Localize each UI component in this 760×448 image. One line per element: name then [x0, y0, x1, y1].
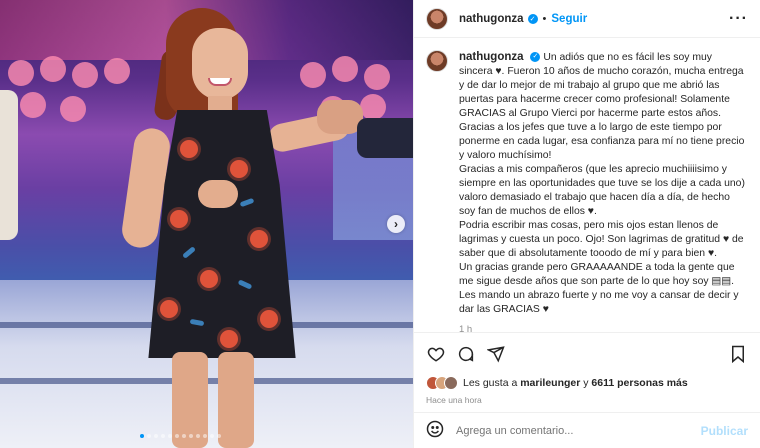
follow-button[interactable]: Seguir	[551, 13, 587, 25]
comment-input[interactable]	[456, 424, 701, 437]
carousel-dot	[168, 434, 172, 438]
caption-area: nathugonza ✓ Un adiós que no es fácil le…	[414, 38, 760, 332]
carousel-indicator	[140, 434, 221, 438]
woman-figure	[119, 0, 353, 448]
comment-bar: Publicar	[414, 412, 760, 448]
verified-badge-icon: ✓	[530, 52, 541, 63]
likes-count[interactable]: 6611 personas más	[591, 377, 687, 389]
carousel-dot	[203, 434, 207, 438]
caption-paragraph-1: nathugonza ✓ Un adiós que no es fácil le…	[459, 50, 748, 121]
caption-paragraph-2: Gracias a los jefes que tuve a lo largo …	[459, 122, 745, 161]
heart-icon[interactable]	[426, 344, 446, 364]
action-bar	[414, 332, 760, 374]
post-photo[interactable]: ›	[0, 0, 413, 448]
carousel-dot	[217, 434, 221, 438]
likes-prefix: Les gusta a	[463, 377, 518, 389]
partner-arm	[357, 118, 413, 158]
post-side-panel: nathugonza ✓ • Seguir ··· nathugonza ✓ U…	[413, 0, 760, 448]
caption-avatar[interactable]	[426, 50, 448, 72]
caption-paragraph-4: Podria escribir mas cosas, pero mis ojos…	[459, 220, 744, 259]
emoji-icon[interactable]	[426, 420, 444, 441]
host-arm-left	[0, 90, 18, 240]
caption-paragraph-5: Un gracias grande pero GRAAAAANDE a toda…	[459, 262, 735, 287]
carousel-dot	[147, 434, 151, 438]
publish-button[interactable]: Publicar	[701, 424, 748, 438]
share-icon[interactable]	[486, 344, 506, 364]
bookmark-icon[interactable]	[728, 344, 748, 364]
post-timestamp[interactable]: Hace una hora	[414, 392, 760, 412]
dot-separator: •	[542, 12, 547, 25]
more-options-icon[interactable]: ···	[729, 10, 748, 27]
caption-paragraph-3: Gracias a mis compañeros (que les apreci…	[459, 164, 745, 217]
carousel-dot	[196, 434, 200, 438]
carousel-dot	[154, 434, 158, 438]
post-header: nathugonza ✓ • Seguir ···	[414, 0, 760, 38]
comment-icon[interactable]	[456, 344, 476, 364]
likes-connector: y	[583, 377, 589, 389]
carousel-next-button[interactable]: ›	[387, 215, 405, 233]
header-username[interactable]: nathugonza	[459, 13, 524, 25]
carousel-dot	[210, 434, 214, 438]
caption-time[interactable]: 1 h	[459, 323, 748, 332]
caption-paragraph-6: Les mando un abrazo fuerte y no me voy a…	[459, 290, 739, 315]
carousel-dot	[189, 434, 193, 438]
carousel-dot	[182, 434, 186, 438]
instagram-post: › nathugonza ✓ • Seguir ··· nathugonza ✓…	[0, 0, 760, 448]
carousel-dot	[161, 434, 165, 438]
liker-avatars[interactable]	[426, 376, 458, 390]
caption: nathugonza ✓ Un adiós que no es fácil le…	[459, 50, 748, 332]
avatar[interactable]	[426, 7, 448, 30]
liker-username[interactable]: marileunger	[520, 377, 580, 389]
caption-username[interactable]: nathugonza	[459, 51, 524, 63]
liker-avatar[interactable]	[444, 376, 458, 390]
carousel-dot	[140, 434, 144, 438]
verified-badge-icon: ✓	[527, 13, 538, 24]
chevron-right-icon: ›	[394, 217, 398, 231]
likes-summary: Les gusta a marileunger y 6611 personas …	[414, 374, 760, 392]
carousel-dot	[175, 434, 179, 438]
